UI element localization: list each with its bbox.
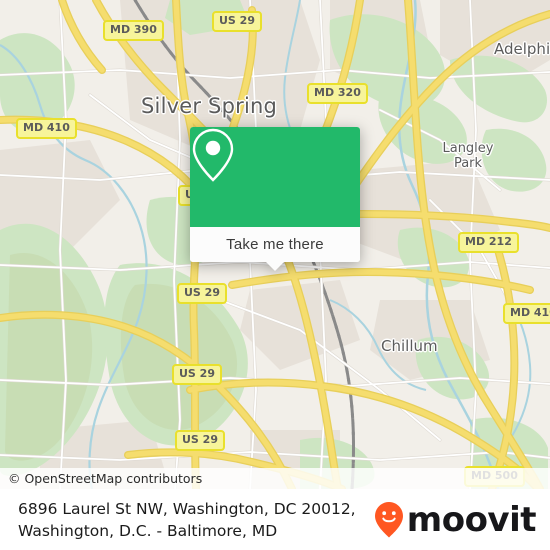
attribution-text[interactable]: © OpenStreetMap contributors [0, 471, 202, 486]
route-shield: MD 212 [458, 232, 519, 253]
route-shield: MD 410 [503, 303, 550, 324]
moovit-map-share-card: .park{fill:#cde5c2} .wood{fill:#c8ddb4} … [0, 0, 550, 550]
location-pin-icon [192, 128, 234, 182]
destination-popup-card[interactable]: Take me there [190, 127, 360, 271]
take-me-there-label: Take me there [226, 236, 324, 253]
map-canvas[interactable]: .park{fill:#cde5c2} .wood{fill:#c8ddb4} … [0, 0, 550, 489]
address-line-1: 6896 Laurel St NW, Washington, DC 20012, [18, 499, 356, 518]
route-shield: US 29 [172, 364, 222, 385]
route-shield: US 29 [212, 11, 262, 32]
take-me-there-button[interactable]: Take me there [190, 227, 360, 262]
route-shield: US 29 [177, 283, 227, 304]
moovit-wordmark: moovit [406, 499, 537, 540]
route-shield: MD 390 [103, 20, 164, 41]
map-attribution-bar: © OpenStreetMap contributors [0, 468, 550, 489]
footer-bar: 6896 Laurel St NW, Washington, DC 20012,… [0, 489, 550, 550]
route-shield: MD 320 [307, 83, 368, 104]
route-shield: US 29 [175, 430, 225, 451]
address-line-2: Washington, D.C. - Baltimore, MD [18, 521, 278, 540]
moovit-brand[interactable]: moovit [374, 499, 537, 540]
address-block: 6896 Laurel St NW, Washington, DC 20012,… [18, 498, 356, 542]
popup-pin-banner [190, 127, 360, 227]
route-shield: MD 410 [16, 118, 77, 139]
popup-pointer [265, 261, 285, 271]
moovit-smiley-pin-icon [374, 501, 403, 537]
